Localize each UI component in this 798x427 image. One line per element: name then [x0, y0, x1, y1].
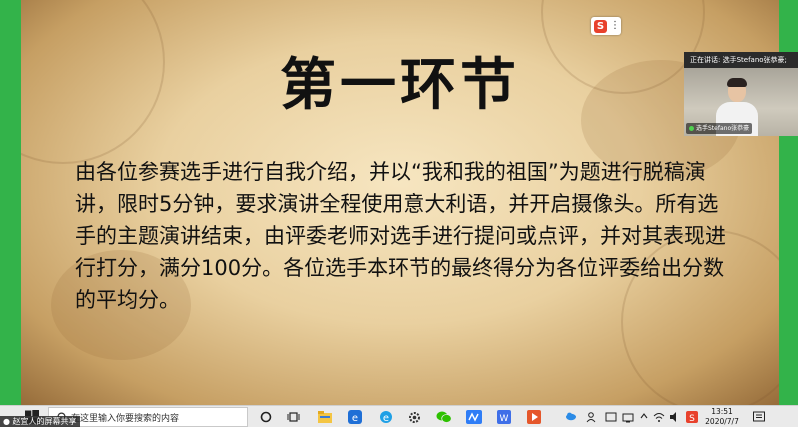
presentation-slide: 第一环节 由各位参赛选手进行自我介绍，并以“我和我的祖国”为题进行脱稿演讲，限时… — [21, 0, 779, 405]
file-explorer-icon[interactable] — [317, 409, 333, 425]
svg-text:S: S — [689, 414, 695, 423]
speaker-video-panel[interactable]: 正在讲话: 选手Stefano张恭豪; 选手Stefano张恭豪 — [684, 52, 798, 136]
taskbar-clock[interactable]: 13:51 2020/7/7 — [702, 407, 742, 427]
screen-share-indicator: ● 赵宜人的屏幕共享 — [0, 416, 80, 427]
tencent-meeting-icon[interactable] — [466, 409, 482, 425]
speaking-now-label: 正在讲话: 选手Stefano张恭豪; — [684, 52, 798, 68]
cortana-icon[interactable] — [258, 409, 274, 425]
windows-taskbar: 在这里输入你要搜索的内容 e e W S 13:51 2020/7/7 — [0, 405, 798, 427]
ie-icon[interactable]: e — [378, 409, 394, 425]
settings-icon[interactable] — [406, 409, 422, 425]
mic-icon — [689, 126, 694, 131]
svg-text:e: e — [352, 413, 358, 424]
presenter-frame-left — [0, 0, 21, 405]
wechat-tray-icon[interactable] — [605, 411, 617, 423]
media-player-icon[interactable] — [526, 409, 542, 425]
slide-body-text: 由各位参赛选手进行自我介绍，并以“我和我的祖国”为题进行脱稿演讲，限时5分钟，要… — [75, 160, 726, 312]
volume-icon[interactable] — [669, 411, 681, 423]
wechat-icon[interactable] — [436, 409, 452, 425]
search-placeholder: 在这里输入你要搜索的内容 — [71, 413, 180, 424]
participant-name: 选手Stefano张恭豪 — [696, 125, 750, 132]
network-icon[interactable] — [622, 411, 634, 423]
participant-video: 选手Stefano张恭豪 — [684, 68, 798, 136]
sogou-tray-icon[interactable]: S — [686, 411, 698, 424]
cloud-icon[interactable] — [565, 411, 577, 423]
edge-legacy-icon[interactable]: e — [347, 409, 363, 425]
participant-name-tag: 选手Stefano张恭豪 — [686, 123, 753, 134]
screen: 第一环节 由各位参赛选手进行自我介绍，并以“我和我的祖国”为题进行脱稿演讲，限时… — [0, 0, 798, 427]
clock-date: 2020/7/7 — [705, 417, 739, 426]
sogou-ime-floating-bar[interactable]: S ⋮ — [591, 17, 621, 35]
clock-time: 13:51 — [711, 407, 733, 416]
notification-icon[interactable] — [752, 410, 766, 424]
svg-text:W: W — [500, 414, 509, 424]
participant-hair — [727, 78, 747, 87]
svg-text:e: e — [383, 413, 389, 424]
ime-menu-icon[interactable]: ⋮ — [610, 21, 620, 31]
sogou-logo-icon[interactable]: S — [594, 19, 607, 33]
people-icon[interactable] — [585, 411, 597, 423]
share-status-icon: ● — [3, 417, 13, 426]
share-label: 赵宜人的屏幕共享 — [12, 417, 77, 426]
wifi-icon[interactable] — [653, 411, 665, 423]
task-view-icon[interactable] — [285, 409, 301, 425]
slide-title: 第一环节 — [280, 53, 520, 118]
up-arrow-icon[interactable] — [638, 411, 650, 423]
wps-icon[interactable]: W — [496, 409, 512, 425]
